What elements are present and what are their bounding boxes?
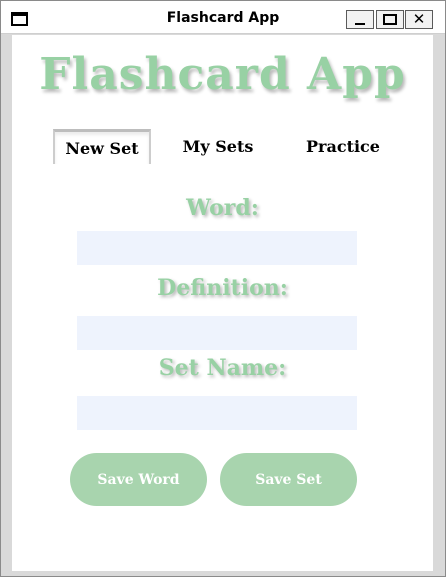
close-button[interactable]: ✕ bbox=[405, 10, 433, 29]
minimize-icon bbox=[355, 22, 365, 25]
tab-my-sets[interactable]: My Sets bbox=[170, 129, 266, 164]
set-name-label: Set Name: bbox=[158, 355, 287, 381]
maximize-icon bbox=[383, 14, 397, 25]
title-bar: Flashcard App ✕ bbox=[1, 1, 445, 34]
tab-practice[interactable]: Practice bbox=[292, 129, 394, 164]
app-window: Flashcard App ✕ Flashcard App New Set My… bbox=[0, 0, 446, 577]
app-title: Flashcard App bbox=[39, 49, 406, 100]
word-label: Word: bbox=[186, 195, 259, 221]
save-set-button[interactable]: Save Set bbox=[220, 453, 357, 506]
set-name-input[interactable] bbox=[77, 396, 357, 430]
word-input[interactable] bbox=[77, 231, 357, 265]
definition-label: Definition: bbox=[157, 275, 288, 301]
main-content: Flashcard App New Set My Sets Practice W… bbox=[12, 35, 433, 571]
save-word-button[interactable]: Save Word bbox=[70, 453, 207, 506]
tab-new-set[interactable]: New Set bbox=[53, 129, 151, 164]
maximize-button[interactable] bbox=[376, 10, 404, 29]
definition-input[interactable] bbox=[77, 316, 357, 350]
close-icon: ✕ bbox=[412, 10, 426, 28]
minimize-button[interactable] bbox=[346, 10, 374, 29]
